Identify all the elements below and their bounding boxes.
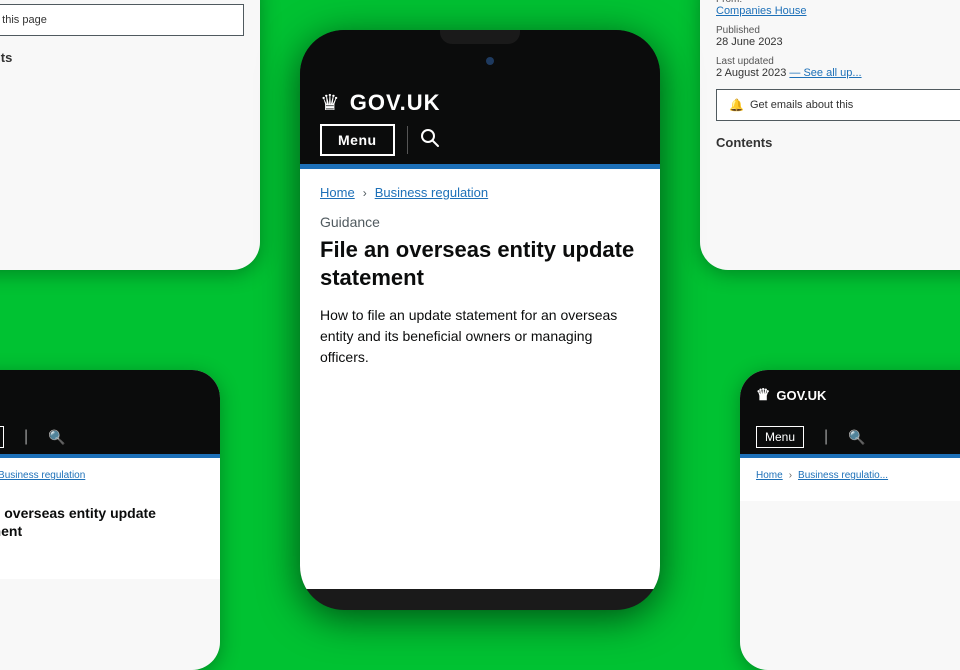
govuk-text-br: GOV.UK <box>776 388 826 403</box>
business-reg-link-bl[interactable]: Business regulation <box>0 470 85 481</box>
get-emails-btn-tr[interactable]: 🔔 Get emails about this <box>716 89 960 121</box>
crown-icon-br: ♛ <box>756 385 770 405</box>
search-icon-bl[interactable]: 🔍 <box>48 429 65 446</box>
camera-dot <box>486 57 494 65</box>
search-icon-br[interactable]: 🔍 <box>848 429 865 446</box>
breadcrumb: Home › Business regulation <box>320 185 640 200</box>
card-top-right: From: Companies House Published 28 June … <box>700 0 960 270</box>
phone-content: Home › Business regulation Guidance File… <box>300 169 660 589</box>
govuk-logo-br: ♛ GOV.UK <box>756 385 826 405</box>
card-bl-nav: Menu | 🔍 <box>0 420 220 454</box>
contents-label-tr: Contents <box>716 135 960 150</box>
main-phone: ♛ GOV.UK Menu Home › Business regulation… <box>300 30 660 610</box>
card-bl-header: ♛ UK <box>0 370 220 420</box>
menu-btn-br[interactable]: Menu <box>756 426 804 448</box>
card-top-left: e all updates 🔔 ut this page Contents <box>0 0 260 270</box>
breadcrumb-bl: Home › Business regulation <box>0 470 204 481</box>
breadcrumb-separator: › <box>363 186 367 200</box>
published-label: Published <box>716 25 960 36</box>
about-page-label: ut this page <box>0 14 47 26</box>
contents-label-tl: Contents <box>0 50 244 65</box>
published-row: Published 28 June 2023 <box>716 25 960 48</box>
guidance-bl: Guidance <box>0 489 204 500</box>
title-bl: File an overseas entity update statement <box>0 504 204 540</box>
published-date: 28 June 2023 <box>716 36 960 48</box>
current-link-br[interactable]: Business regulatio... <box>798 470 888 481</box>
card-br-content: Home › Business regulatio... <box>740 458 960 501</box>
notch <box>440 30 520 44</box>
page-description: How to file an update statement for an o… <box>320 305 640 368</box>
card-bottom-left: ♛ UK Menu | 🔍 Home › Business regulation… <box>0 370 220 670</box>
regulation-link-bl: regulation <box>0 548 204 559</box>
about-this-page-btn[interactable]: 🔔 ut this page <box>0 4 244 36</box>
bell-icon-tr: 🔔 <box>729 98 744 112</box>
search-button[interactable] <box>420 128 440 153</box>
from-row: From: Companies House <box>716 0 960 17</box>
last-updated-row: Last updated 2 August 2023 — See all up.… <box>716 56 960 79</box>
guidance-label: Guidance <box>320 214 640 230</box>
card-br-header: ♛ GOV.UK <box>740 370 960 420</box>
govuk-header: ♛ GOV.UK <box>300 80 660 124</box>
business-regulation-link[interactable]: Business regulation <box>375 185 488 200</box>
nav-divider <box>407 126 408 154</box>
home-link[interactable]: Home <box>320 185 355 200</box>
card-br-nav: Menu | 🔍 <box>740 420 960 454</box>
search-icon-main <box>420 128 440 148</box>
sep-br: › <box>789 470 792 481</box>
card-bottom-right: ♛ GOV.UK Menu | 🔍 Home › Business regula… <box>740 370 960 670</box>
menu-btn-bl[interactable]: Menu <box>0 426 4 448</box>
govuk-title: GOV.UK <box>350 90 441 116</box>
page-title: File an overseas entity update statement <box>320 236 640 291</box>
see-all-updates-tr-link[interactable]: — See all up... <box>789 67 861 79</box>
get-emails-label-tr: Get emails about this <box>750 99 853 111</box>
companies-house-link[interactable]: Companies House <box>716 5 807 17</box>
last-updated-label: Last updated <box>716 56 960 67</box>
crown-icon-main: ♛ <box>320 90 340 116</box>
breadcrumb-br: Home › Business regulatio... <box>756 470 960 481</box>
phone-content-inner: Home › Business regulation Guidance File… <box>300 169 660 589</box>
home-link-br[interactable]: Home <box>756 470 783 481</box>
phone-notch <box>300 30 660 80</box>
card-bl-content: Home › Business regulation Guidance File… <box>0 458 220 579</box>
govuk-nav: Menu <box>300 124 660 164</box>
menu-button[interactable]: Menu <box>320 124 395 156</box>
top-right-content: From: Companies House Published 28 June … <box>700 0 960 166</box>
last-updated-date: 2 August 2023 — See all up... <box>716 67 960 79</box>
top-left-content: e all updates 🔔 ut this page Contents <box>0 0 260 81</box>
